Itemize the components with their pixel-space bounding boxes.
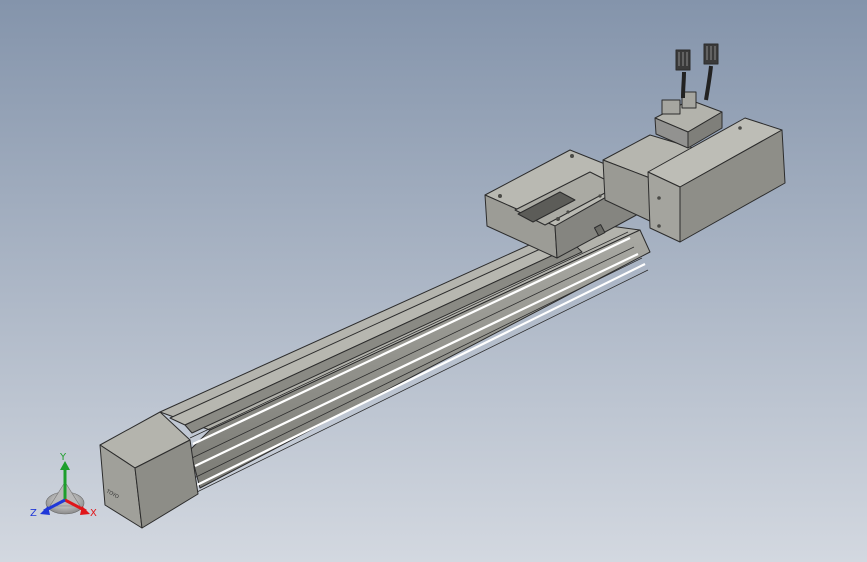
cable-plug-left: [675, 49, 691, 71]
3d-model-view[interactable]: TOYO Y X Z: [0, 0, 867, 562]
cad-viewport[interactable]: TOYO Y X Z: [0, 0, 867, 562]
cable-left: [681, 71, 686, 99]
y-axis-label: Y: [59, 452, 67, 463]
cable-plug-right: [703, 43, 719, 65]
connector-box-left: [661, 99, 681, 115]
z-axis-label: Z: [30, 508, 37, 519]
x-axis-label: X: [90, 508, 97, 519]
